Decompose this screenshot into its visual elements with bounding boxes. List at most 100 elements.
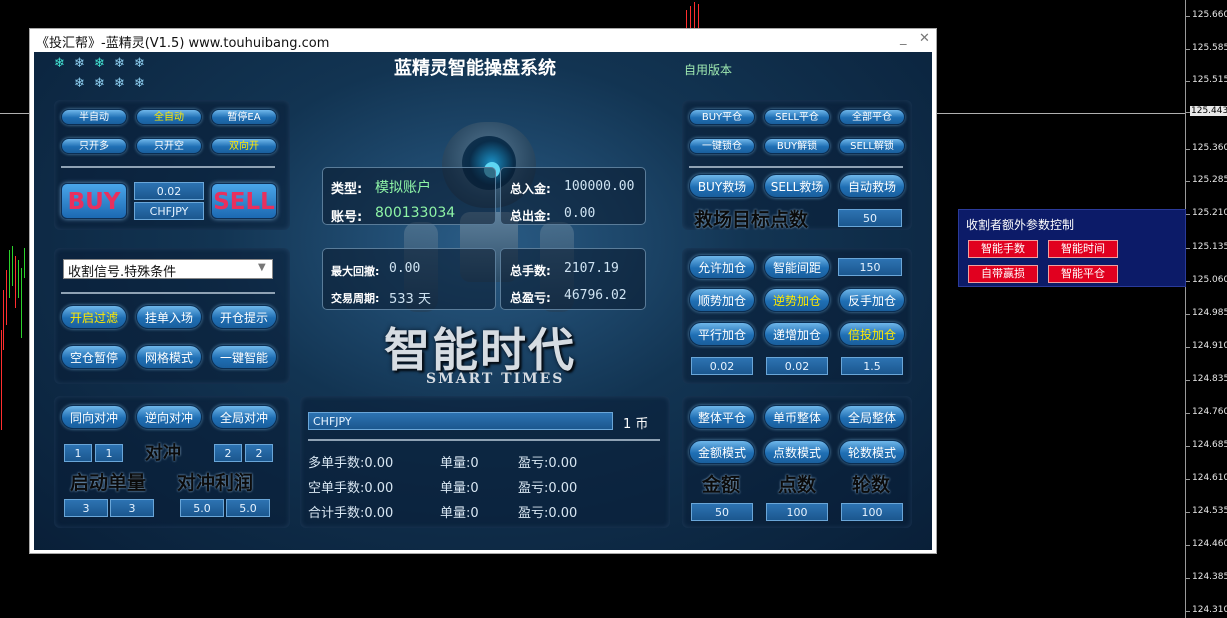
total-profit-text: 盈亏:0.00 <box>518 506 578 521</box>
allow-add-button[interactable]: 允许加仓 <box>689 255 755 279</box>
close-button[interactable]: ✕ <box>919 31 930 46</box>
logo-en: SMART TIMES <box>426 371 565 387</box>
price-tick <box>1185 545 1190 546</box>
points-mode-button[interactable]: 点数模式 <box>764 440 830 464</box>
martingale-add-button[interactable]: 倍投加仓 <box>839 322 905 346</box>
global-hedge-button[interactable]: 全局对冲 <box>211 405 277 429</box>
smart-close-button[interactable]: 智能平仓 <box>1048 265 1118 283</box>
add-increment-input[interactable]: 0.02 <box>766 357 828 375</box>
signal-select[interactable]: 收割信号.特殊条件 ▼ <box>63 259 273 280</box>
short-count-text: 单量:0 <box>440 481 479 496</box>
single-symbol-overall-button[interactable]: 单币整体 <box>764 405 830 429</box>
star-icon: ❄ <box>74 76 85 91</box>
trade-period-value: 533 天 <box>389 292 431 307</box>
rescue-target-input[interactable]: 50 <box>838 209 902 227</box>
symbol-input[interactable]: CHFJPY <box>134 202 204 220</box>
reverse-add-button[interactable]: 反手加仓 <box>839 288 905 312</box>
increment-add-button[interactable]: 递增加仓 <box>764 322 830 346</box>
price-tick <box>1185 380 1190 381</box>
window-title: 《投汇帮》-蓝精灵(V1.5) www.touhuibang.com <box>36 36 330 51</box>
lot-input[interactable]: 0.02 <box>134 182 204 200</box>
start-lot-input[interactable]: 3 <box>110 499 154 517</box>
amount-label: 金额 <box>702 474 741 496</box>
sell-unlock-button[interactable]: SELL解锁 <box>839 138 905 154</box>
full-auto-button[interactable]: 全自动 <box>136 109 202 125</box>
add-lot-input[interactable]: 0.02 <box>691 357 753 375</box>
candle <box>6 270 7 325</box>
rounds-mode-button[interactable]: 轮数模式 <box>839 440 905 464</box>
sell-button[interactable]: SELL <box>211 183 277 219</box>
hedge-profit-input[interactable]: 5.0 <box>226 499 270 517</box>
points-input[interactable]: 100 <box>766 503 828 521</box>
candle <box>1 330 2 430</box>
sell-rescue-button[interactable]: SELL救场 <box>764 174 830 198</box>
add-multiplier-input[interactable]: 1.5 <box>841 357 903 375</box>
price-label: 124.835 <box>1192 374 1227 384</box>
extra-param-title: 收割者额外参数控制 <box>966 218 1075 232</box>
trend-add-button[interactable]: 顺势加仓 <box>689 288 755 312</box>
price-label: 124.385 <box>1192 572 1227 582</box>
total-lots-label: 总手数: <box>510 264 551 278</box>
pending-entry-button[interactable]: 挂单入场 <box>136 305 202 329</box>
hedge-input[interactable]: 1 <box>95 444 123 462</box>
rescue-target-label: 救场目标点数 <box>694 209 809 231</box>
amount-mode-button[interactable]: 金额模式 <box>689 440 755 464</box>
long-lots-text: 多单手数:0.00 <box>308 456 394 471</box>
amount-input[interactable]: 50 <box>691 503 753 521</box>
chart-candles-top <box>684 0 704 30</box>
hedge-input[interactable]: 2 <box>245 444 273 462</box>
trade-period-label: 交易周期: <box>331 292 380 305</box>
total-profit-value: 46796.02 <box>564 288 627 303</box>
short-only-button[interactable]: 只开空 <box>136 138 202 154</box>
pause-ea-button[interactable]: 暂停EA <box>211 109 277 125</box>
total-profit-label: 总盈亏: <box>510 291 551 305</box>
smart-spacing-button[interactable]: 智能间距 <box>764 255 830 279</box>
flat-pause-button[interactable]: 空仓暂停 <box>61 345 127 369</box>
title-bar[interactable]: 《投汇帮》-蓝精灵(V1.5) www.touhuibang.com _ ✕ <box>30 29 936 51</box>
price-label: 125.585 <box>1192 43 1227 53</box>
price-label: 124.535 <box>1192 506 1227 516</box>
buy-close-button[interactable]: BUY平仓 <box>689 109 755 125</box>
hedge-profit-input[interactable]: 5.0 <box>180 499 224 517</box>
close-all-button[interactable]: 全部平仓 <box>839 109 905 125</box>
grid-mode-button[interactable]: 网格模式 <box>136 345 202 369</box>
extra-param-panel: 收割者额外参数控制 智能手数 智能时间 自带赢损 智能平仓 <box>958 209 1186 287</box>
max-drawdown-label: 最大回撤: <box>331 265 380 278</box>
built-in-stop-button[interactable]: 自带赢损 <box>968 265 1038 283</box>
enable-filter-button[interactable]: 开启过滤 <box>61 305 127 329</box>
open-alert-button[interactable]: 开仓提示 <box>211 305 277 329</box>
long-only-button[interactable]: 只开多 <box>61 138 127 154</box>
hedge-profit-label: 对冲利润 <box>177 472 254 494</box>
price-tick <box>1185 314 1190 315</box>
hedge-input[interactable]: 2 <box>214 444 242 462</box>
one-key-lock-button[interactable]: 一键锁仓 <box>689 138 755 154</box>
reverse-hedge-button[interactable]: 逆向对冲 <box>136 405 202 429</box>
spacing-input[interactable]: 150 <box>838 258 902 276</box>
buy-button[interactable]: BUY <box>61 183 127 219</box>
smart-lot-button[interactable]: 智能手数 <box>968 240 1038 258</box>
global-overall-button[interactable]: 全局整体 <box>839 405 905 429</box>
star-icon: ❄ <box>54 56 65 71</box>
buy-rescue-button[interactable]: BUY救场 <box>689 174 755 198</box>
divider <box>689 166 903 168</box>
both-ways-button[interactable]: 双向开 <box>211 138 277 154</box>
price-label: 124.610 <box>1192 473 1227 483</box>
one-key-smart-button[interactable]: 一键智能 <box>211 345 277 369</box>
parallel-add-button[interactable]: 平行加仓 <box>689 322 755 346</box>
auto-rescue-button[interactable]: 自动救场 <box>839 174 905 198</box>
price-label: 125.660 <box>1192 10 1227 20</box>
buy-unlock-button[interactable]: BUY解锁 <box>764 138 830 154</box>
smart-time-button[interactable]: 智能时间 <box>1048 240 1118 258</box>
overall-close-button[interactable]: 整体平仓 <box>689 405 755 429</box>
counter-add-button[interactable]: 逆势加仓 <box>764 288 830 312</box>
start-lot-input[interactable]: 3 <box>64 499 108 517</box>
rounds-input[interactable]: 100 <box>841 503 903 521</box>
hedge-input[interactable]: 1 <box>64 444 92 462</box>
price-tick <box>1185 81 1190 82</box>
semi-auto-button[interactable]: 半自动 <box>61 109 127 125</box>
symbol-field[interactable]: CHFJPY <box>308 412 613 430</box>
sell-close-button[interactable]: SELL平仓 <box>764 109 830 125</box>
same-hedge-button[interactable]: 同向对冲 <box>61 405 127 429</box>
divider <box>61 292 275 294</box>
minimize-button[interactable]: _ <box>900 31 907 46</box>
